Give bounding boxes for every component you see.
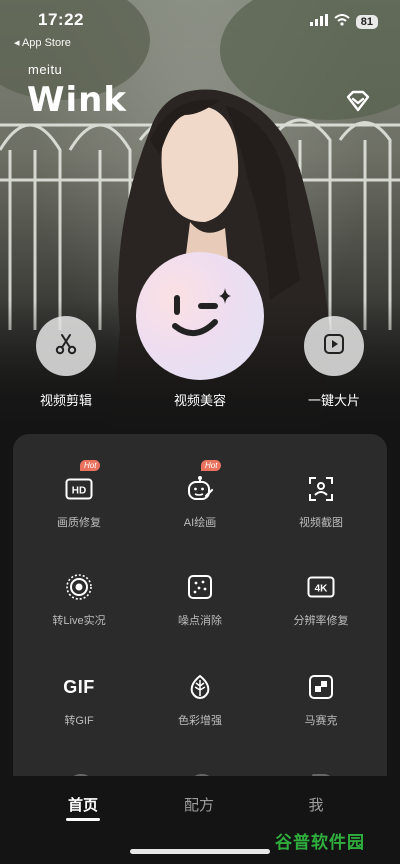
tool-resolution-repair[interactable]: 4K 分辨率修复 [261, 572, 381, 628]
tab-recipe[interactable]: 配方 [159, 794, 239, 815]
hd-icon: Hot HD [64, 460, 101, 504]
tab-active-indicator [66, 818, 100, 821]
tool-to-gif[interactable]: GIF 转GIF [19, 672, 139, 728]
tool-label: 噪点消除 [178, 615, 222, 627]
tool-video-screenshot[interactable]: 视频截图 [261, 474, 381, 530]
video-edit-button[interactable] [36, 316, 96, 376]
tools-panel: Hot HD 画质修复 Hot AI绘画 视频截图 转Live实况 噪点消除 4… [13, 434, 387, 794]
hot-badge: Hot [80, 460, 101, 471]
one-click-movie-label: 一键大片 [307, 393, 360, 408]
svg-text:HD: HD [72, 486, 86, 497]
signal-icon [309, 13, 328, 31]
tool-label: 视频截图 [299, 517, 343, 529]
live-photo-icon [64, 572, 94, 602]
denoise-icon [185, 572, 215, 602]
video-edit-label: 视频剪辑 [39, 393, 92, 408]
tool-ai-painting[interactable]: Hot AI绘画 [140, 460, 260, 530]
status-icons: 81 [309, 13, 378, 31]
tab-me[interactable]: 我 [276, 794, 356, 815]
tab-home[interactable]: 首页 [43, 794, 123, 815]
tool-label: 转Live实况 [52, 615, 106, 627]
status-time: 17:22 [38, 10, 84, 29]
gif-icon: GIF [63, 672, 95, 702]
tool-color-enhance[interactable]: 色彩增强 [140, 672, 260, 728]
vip-diamond-icon[interactable] [345, 90, 371, 117]
ai-painting-icon: Hot [185, 460, 222, 504]
gif-icon-text: GIF [63, 676, 95, 697]
wifi-icon [334, 13, 350, 31]
wink-face-icon [165, 284, 235, 349]
video-screenshot-icon [306, 474, 336, 504]
hot-badge: Hot [201, 460, 222, 471]
tool-denoise[interactable]: 噪点消除 [140, 572, 260, 628]
tool-label: 色彩增强 [178, 715, 222, 727]
tool-label: AI绘画 [183, 517, 217, 529]
tool-label: 转GIF [64, 715, 94, 727]
watermark-text: 谷普软件园 [275, 833, 365, 852]
tool-label: 分辨率修复 [293, 615, 349, 627]
home-indicator[interactable] [130, 849, 270, 854]
status-bar: 17:22 ◂ App Store 81 [0, 0, 400, 52]
tool-quality-repair[interactable]: Hot HD 画质修复 [19, 460, 139, 530]
color-enhance-icon [185, 672, 215, 702]
one-click-movie-button[interactable] [304, 316, 364, 376]
svg-text:4K: 4K [315, 584, 329, 595]
back-to-app-store-link[interactable]: ◂ App Store [14, 36, 71, 49]
tool-label: 马赛克 [304, 715, 338, 727]
tool-mosaic[interactable]: 马赛克 [261, 672, 381, 728]
video-beauty-button[interactable] [136, 252, 264, 380]
resolution-4k-icon: 4K [306, 572, 336, 602]
mosaic-icon [306, 672, 336, 702]
tool-label: 画质修复 [57, 517, 101, 529]
brand-wink-logo: Wink [27, 80, 127, 120]
battery-indicator: 81 [355, 15, 378, 29]
video-beauty-label: 视频美容 [173, 393, 226, 408]
tool-live-photo[interactable]: 转Live实况 [19, 572, 139, 628]
scissors-icon [54, 332, 78, 361]
bottom-tab-bar: 首页 配方 我 谷普软件园 [0, 776, 400, 864]
brand-meitu: meitu [28, 62, 63, 77]
play-icon [322, 332, 346, 361]
app-screen: 17:22 ◂ App Store 81 meitu Wink 视频剪辑 视频美… [0, 0, 400, 864]
